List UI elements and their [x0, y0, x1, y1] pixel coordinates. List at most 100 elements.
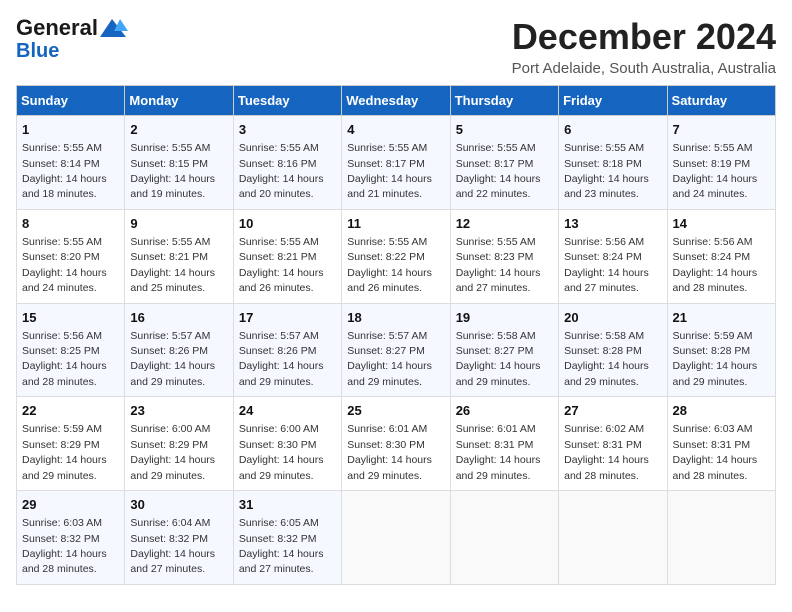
calendar-title: December 2024 [512, 16, 776, 58]
day-detail: Sunrise: 5:57 AM Sunset: 8:26 PM Dayligh… [239, 330, 324, 388]
logo: General Blue [16, 16, 128, 62]
calendar-cell: 12Sunrise: 5:55 AM Sunset: 8:23 PM Dayli… [450, 209, 558, 303]
day-number: 31 [239, 496, 336, 514]
header-row: SundayMondayTuesdayWednesdayThursdayFrid… [17, 86, 776, 116]
calendar-cell: 29Sunrise: 6:03 AM Sunset: 8:32 PM Dayli… [17, 491, 125, 585]
calendar-subtitle: Port Adelaide, South Australia, Australi… [512, 60, 776, 77]
header-cell-friday: Friday [559, 86, 667, 116]
day-detail: Sunrise: 5:55 AM Sunset: 8:21 PM Dayligh… [239, 236, 324, 294]
header-cell-sunday: Sunday [17, 86, 125, 116]
day-detail: Sunrise: 5:55 AM Sunset: 8:14 PM Dayligh… [22, 142, 107, 200]
calendar-cell: 24 Sunrise: 6:00 AM Sunset: 8:30 PM Dayli… [233, 397, 341, 491]
day-detail: Sunrise: 6:02 AM Sunset: 8:31 PM Dayligh… [564, 423, 649, 481]
week-row: 29Sunrise: 6:03 AM Sunset: 8:32 PM Dayli… [17, 491, 776, 585]
day-detail: Sunrise: 5:58 AM Sunset: 8:28 PM Dayligh… [564, 330, 649, 388]
calendar-cell: 15 Sunrise: 5:56 AM Sunset: 8:25 PM Dayli… [17, 303, 125, 397]
day-number: 26 [456, 402, 553, 420]
day-number: 19 [456, 309, 553, 327]
day-detail: Sunrise: 6:04 AM Sunset: 8:32 PM Dayligh… [130, 517, 215, 575]
day-number: 1 [22, 121, 119, 139]
day-detail: Sunrise: 6:00 AM Sunset: 8:30 PM Dayligh… [239, 423, 324, 481]
day-number: 5 [456, 121, 553, 139]
calendar-cell: 9 Sunrise: 5:55 AM Sunset: 8:21 PM Daylig… [125, 209, 233, 303]
week-row: 15 Sunrise: 5:56 AM Sunset: 8:25 PM Dayli… [17, 303, 776, 397]
day-detail: Sunrise: 5:57 AM Sunset: 8:26 PM Dayligh… [130, 330, 215, 388]
calendar-cell: 3 Sunrise: 5:55 AM Sunset: 8:16 PM Daylig… [233, 116, 341, 210]
calendar-cell: 7Sunrise: 5:55 AM Sunset: 8:19 PM Daylig… [667, 116, 775, 210]
header-cell-saturday: Saturday [667, 86, 775, 116]
day-detail: Sunrise: 5:56 AM Sunset: 8:25 PM Dayligh… [22, 330, 107, 388]
calendar-cell: 18 Sunrise: 5:57 AM Sunset: 8:27 PM Dayli… [342, 303, 450, 397]
logo-general: General [16, 16, 98, 40]
day-number: 28 [673, 402, 770, 420]
calendar-cell: 22 Sunrise: 5:59 AM Sunset: 8:29 PM Dayli… [17, 397, 125, 491]
calendar-cell: 6 Sunrise: 5:55 AM Sunset: 8:18 PM Daylig… [559, 116, 667, 210]
day-detail: Sunrise: 5:55 AM Sunset: 8:22 PM Dayligh… [347, 236, 432, 294]
calendar-table: SundayMondayTuesdayWednesdayThursdayFrid… [16, 85, 776, 585]
calendar-cell: 13 Sunrise: 5:56 AM Sunset: 8:24 PM Dayli… [559, 209, 667, 303]
logo-icon [98, 17, 128, 39]
header-cell-wednesday: Wednesday [342, 86, 450, 116]
calendar-cell [342, 491, 450, 585]
day-detail: Sunrise: 5:55 AM Sunset: 8:15 PM Dayligh… [130, 142, 215, 200]
day-number: 27 [564, 402, 661, 420]
calendar-cell: 21 Sunrise: 5:59 AM Sunset: 8:28 PM Dayli… [667, 303, 775, 397]
day-number: 20 [564, 309, 661, 327]
day-detail: Sunrise: 5:55 AM Sunset: 8:17 PM Dayligh… [347, 142, 432, 200]
calendar-cell: 14Sunrise: 5:56 AM Sunset: 8:24 PM Dayli… [667, 209, 775, 303]
calendar-cell: 8Sunrise: 5:55 AM Sunset: 8:20 PM Daylig… [17, 209, 125, 303]
calendar-cell: 4Sunrise: 5:55 AM Sunset: 8:17 PM Daylig… [342, 116, 450, 210]
day-detail: Sunrise: 5:55 AM Sunset: 8:17 PM Dayligh… [456, 142, 541, 200]
header-cell-monday: Monday [125, 86, 233, 116]
calendar-cell: 16Sunrise: 5:57 AM Sunset: 8:26 PM Dayli… [125, 303, 233, 397]
day-number: 10 [239, 215, 336, 233]
day-number: 17 [239, 309, 336, 327]
calendar-cell: 31 Sunrise: 6:05 AM Sunset: 8:32 PM Dayli… [233, 491, 341, 585]
calendar-cell: 17 Sunrise: 5:57 AM Sunset: 8:26 PM Dayli… [233, 303, 341, 397]
calendar-cell: 26Sunrise: 6:01 AM Sunset: 8:31 PM Dayli… [450, 397, 558, 491]
day-detail: Sunrise: 5:56 AM Sunset: 8:24 PM Dayligh… [564, 236, 649, 294]
day-number: 13 [564, 215, 661, 233]
title-block: December 2024 Port Adelaide, South Austr… [512, 16, 776, 77]
day-number: 6 [564, 121, 661, 139]
week-row: 22 Sunrise: 5:59 AM Sunset: 8:29 PM Dayli… [17, 397, 776, 491]
day-detail: Sunrise: 6:05 AM Sunset: 8:32 PM Dayligh… [239, 517, 324, 575]
calendar-cell: 19 Sunrise: 5:58 AM Sunset: 8:27 PM Dayli… [450, 303, 558, 397]
calendar-cell: 5 Sunrise: 5:55 AM Sunset: 8:17 PM Daylig… [450, 116, 558, 210]
page-header: General Blue December 2024 Port Adelaide… [16, 16, 776, 77]
day-number: 11 [347, 215, 444, 233]
day-number: 18 [347, 309, 444, 327]
day-number: 22 [22, 402, 119, 420]
day-number: 21 [673, 309, 770, 327]
day-number: 25 [347, 402, 444, 420]
day-number: 3 [239, 121, 336, 139]
day-detail: Sunrise: 5:55 AM Sunset: 8:18 PM Dayligh… [564, 142, 649, 200]
calendar-cell: 10 Sunrise: 5:55 AM Sunset: 8:21 PM Dayli… [233, 209, 341, 303]
day-detail: Sunrise: 6:01 AM Sunset: 8:30 PM Dayligh… [347, 423, 432, 481]
logo-blue: Blue [16, 40, 59, 62]
day-number: 15 [22, 309, 119, 327]
day-detail: Sunrise: 5:59 AM Sunset: 8:29 PM Dayligh… [22, 423, 107, 481]
week-row: 1 Sunrise: 5:55 AM Sunset: 8:14 PM Daylig… [17, 116, 776, 210]
day-detail: Sunrise: 5:55 AM Sunset: 8:19 PM Dayligh… [673, 142, 758, 200]
calendar-cell: 30Sunrise: 6:04 AM Sunset: 8:32 PM Dayli… [125, 491, 233, 585]
day-number: 23 [130, 402, 227, 420]
day-number: 9 [130, 215, 227, 233]
calendar-cell: 11 Sunrise: 5:55 AM Sunset: 8:22 PM Dayli… [342, 209, 450, 303]
day-detail: Sunrise: 5:55 AM Sunset: 8:23 PM Dayligh… [456, 236, 541, 294]
calendar-cell: 2Sunrise: 5:55 AM Sunset: 8:15 PM Daylig… [125, 116, 233, 210]
day-detail: Sunrise: 5:58 AM Sunset: 8:27 PM Dayligh… [456, 330, 541, 388]
calendar-cell: 27 Sunrise: 6:02 AM Sunset: 8:31 PM Dayli… [559, 397, 667, 491]
calendar-cell [450, 491, 558, 585]
calendar-cell: 1 Sunrise: 5:55 AM Sunset: 8:14 PM Daylig… [17, 116, 125, 210]
week-row: 8Sunrise: 5:55 AM Sunset: 8:20 PM Daylig… [17, 209, 776, 303]
day-detail: Sunrise: 6:03 AM Sunset: 8:31 PM Dayligh… [673, 423, 758, 481]
day-number: 14 [673, 215, 770, 233]
calendar-cell: 23Sunrise: 6:00 AM Sunset: 8:29 PM Dayli… [125, 397, 233, 491]
day-detail: Sunrise: 5:55 AM Sunset: 8:21 PM Dayligh… [130, 236, 215, 294]
day-detail: Sunrise: 5:57 AM Sunset: 8:27 PM Dayligh… [347, 330, 432, 388]
day-number: 24 [239, 402, 336, 420]
day-detail: Sunrise: 5:55 AM Sunset: 8:16 PM Dayligh… [239, 142, 324, 200]
header-cell-thursday: Thursday [450, 86, 558, 116]
day-detail: Sunrise: 5:59 AM Sunset: 8:28 PM Dayligh… [673, 330, 758, 388]
